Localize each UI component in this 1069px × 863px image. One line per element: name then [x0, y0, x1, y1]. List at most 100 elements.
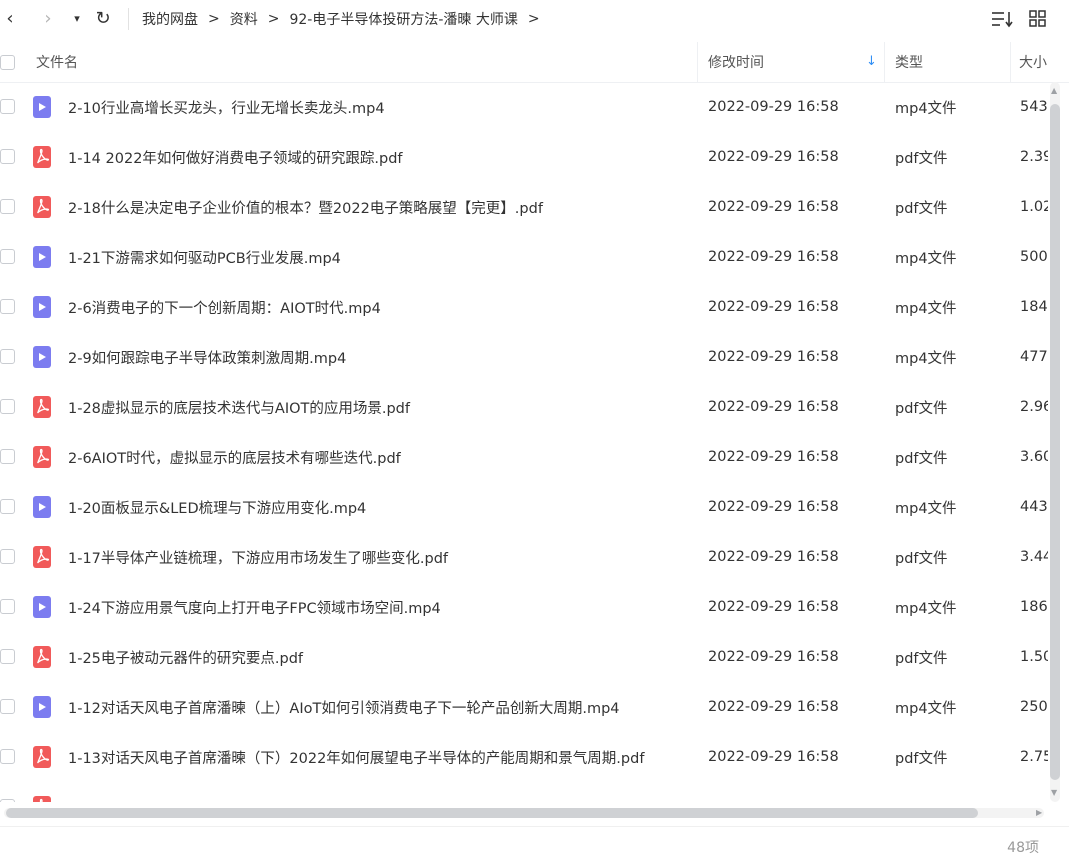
file-size: 184: [1020, 299, 1048, 315]
vertical-scrollbar[interactable]: [1048, 82, 1062, 802]
file-name[interactable]: 2-18什么是决定电子企业价值的根本？暨2022电子策略展望【完更】.pdf: [68, 182, 543, 232]
file-type: pdf文件: [895, 150, 948, 167]
file-row[interactable]: 1-12对话天风电子首席潘暕（上）AIoT如何引领消费电子下一轮产品创新大周期.…: [0, 682, 1048, 732]
file-row[interactable]: 2-6消费电子的下一个创新周期：AIOT时代.mp4 2022-09-29 16:…: [0, 282, 1048, 332]
file-row[interactable]: 1-21下游需求如何驱动PCB行业发展.mp4 2022-09-29 16:58 m…: [0, 232, 1048, 282]
file-row[interactable]: 2-18什么是决定电子企业价值的根本？暨2022电子策略展望【完更】.pdf 20…: [0, 182, 1048, 232]
breadcrumb-separator: >: [267, 11, 280, 27]
file-modified-time: 2022-09-29 16:58: [708, 649, 839, 665]
file-name[interactable]: 1-12对话天风电子首席潘暕（上）AIoT如何引领消费电子下一轮产品创新大周期.…: [68, 682, 620, 732]
row-checkbox[interactable]: [0, 549, 15, 564]
file-name[interactable]: 1-17半导体产业链梳理，下游应用市场发生了哪些变化.pdf: [68, 532, 448, 582]
file-type: pdf文件: [895, 200, 948, 217]
file-name[interactable]: 1-20面板显示&LED梳理与下游应用变化.mp4: [68, 482, 366, 532]
file-row[interactable]: 2-9如何跟踪电子半导体政策刺激周期.mp4 2022-09-29 16:58 mp…: [0, 332, 1048, 382]
row-checkbox[interactable]: [0, 149, 15, 164]
row-checkbox[interactable]: [0, 199, 15, 214]
row-checkbox[interactable]: [0, 799, 15, 802]
file-type: mp4文件: [895, 500, 957, 517]
row-checkbox[interactable]: [0, 599, 15, 614]
file-name[interactable]: 1-21下游需求如何驱动PCB行业发展.mp4: [68, 232, 341, 282]
file-row[interactable]: 1-28虚拟显示的底层技术迭代与AIOT的应用场景.pdf 2022-09-29 …: [0, 382, 1048, 432]
forward-icon[interactable]: ›: [36, 4, 60, 32]
sort-descending-icon[interactable]: ↓: [866, 54, 877, 69]
file-row[interactable]: 2-10行业高增长买龙头，行业无增长卖龙头.mp4 2022-09-29 16:5…: [0, 82, 1048, 132]
column-divider[interactable]: [1010, 42, 1011, 82]
file-name[interactable]: 2-10行业高增长买龙头，行业无增长卖龙头.mp4: [68, 82, 385, 132]
row-checkbox[interactable]: [0, 449, 15, 464]
file-name[interactable]: 2-6消费电子的下一个创新周期：AIOT时代.mp4: [68, 282, 381, 332]
breadcrumb-item-materials[interactable]: 资料: [230, 9, 258, 29]
breadcrumb-item-my-drive[interactable]: 我的网盘: [142, 9, 198, 29]
file-row-partial[interactable]: [0, 782, 1048, 802]
file-name[interactable]: 1-14 2022年如何做好消费电子领域的研究跟踪.pdf: [68, 132, 403, 182]
file-name[interactable]: 1-28虚拟显示的底层技术迭代与AIOT的应用场景.pdf: [68, 382, 410, 432]
nav-divider: [128, 8, 129, 30]
file-row[interactable]: 2-6AIOT时代，虚拟显示的底层技术有哪些迭代.pdf 2022-09-29 1…: [0, 432, 1048, 482]
scroll-up-icon[interactable]: ▲: [1051, 86, 1057, 95]
file-name[interactable]: 2-9如何跟踪电子半导体政策刺激周期.mp4: [68, 332, 346, 382]
video-file-icon: [33, 696, 51, 718]
file-size: 250: [1020, 699, 1048, 715]
row-checkbox[interactable]: [0, 649, 15, 664]
file-name[interactable]: 1-13对话天风电子首席潘暕（下）2022年如何展望电子半导体的产能周期和景气周…: [68, 732, 644, 782]
file-modified-time: 2022-09-29 16:58: [708, 99, 839, 115]
pdf-file-icon: [33, 746, 51, 768]
scroll-down-icon[interactable]: ▼: [1051, 788, 1057, 797]
video-file-icon: [33, 596, 51, 618]
file-name[interactable]: 2-6AIOT时代，虚拟显示的底层技术有哪些迭代.pdf: [68, 432, 401, 482]
row-checkbox[interactable]: [0, 349, 15, 364]
file-type: pdf文件: [895, 650, 948, 667]
horizontal-scrollbar[interactable]: [0, 806, 1048, 820]
breadcrumb: 我的网盘 > 资料 > 92-电子半导体投研方法-潘暕 大师课 >: [142, 8, 550, 30]
file-modified-time: 2022-09-29 16:58: [708, 399, 839, 415]
file-type: mp4文件: [895, 600, 957, 617]
column-divider[interactable]: [884, 42, 885, 82]
breadcrumb-item-current-folder[interactable]: 92-电子半导体投研方法-潘暕 大师课: [289, 9, 517, 29]
file-modified-time: 2022-09-29 16:58: [708, 749, 839, 765]
file-row[interactable]: 1-25电子被动元器件的研究要点.pdf 2022-09-29 16:58 pdf文…: [0, 632, 1048, 682]
row-checkbox[interactable]: [0, 399, 15, 414]
file-type: mp4文件: [895, 350, 957, 367]
pdf-file-icon: [33, 796, 51, 802]
scroll-right-icon[interactable]: ▶: [1036, 808, 1042, 817]
column-header-type[interactable]: 类型: [895, 42, 923, 82]
file-name[interactable]: 1-25电子被动元器件的研究要点.pdf: [68, 632, 303, 682]
select-all-checkbox[interactable]: [0, 55, 15, 70]
file-type: mp4文件: [895, 100, 957, 117]
grid-view-icon[interactable]: [1028, 9, 1048, 29]
file-row[interactable]: 1-14 2022年如何做好消费电子领域的研究跟踪.pdf 2022-09-29 …: [0, 132, 1048, 182]
file-modified-time: 2022-09-29 16:58: [708, 349, 839, 365]
refresh-icon[interactable]: ↻: [90, 4, 116, 32]
file-list-header: 文件名 修改时间 ↓ 类型 大小: [0, 42, 1069, 83]
row-checkbox[interactable]: [0, 499, 15, 514]
vertical-scrollbar-thumb[interactable]: [1050, 104, 1060, 780]
row-checkbox[interactable]: [0, 299, 15, 314]
file-size: 2.39: [1020, 149, 1048, 165]
row-checkbox[interactable]: [0, 699, 15, 714]
file-modified-time: 2022-09-29 16:58: [708, 499, 839, 515]
file-size: 3.60: [1020, 449, 1048, 465]
pdf-file-icon: [33, 546, 51, 568]
status-footer: 48项: [0, 826, 1069, 863]
file-size: 186: [1020, 599, 1048, 615]
column-divider[interactable]: [697, 42, 698, 82]
row-checkbox[interactable]: [0, 749, 15, 764]
back-icon[interactable]: ‹: [0, 4, 20, 32]
file-size: 2.75: [1020, 749, 1048, 765]
file-row[interactable]: 1-24下游应用景气度向上打开电子FPC领域市场空间.mp4 2022-09-29…: [0, 582, 1048, 632]
file-row[interactable]: 1-17半导体产业链梳理，下游应用市场发生了哪些变化.pdf 2022-09-29…: [0, 532, 1048, 582]
column-header-size[interactable]: 大小: [1019, 42, 1047, 82]
video-file-icon: [33, 496, 51, 518]
row-checkbox[interactable]: [0, 99, 15, 114]
item-count: 48项: [1007, 840, 1039, 856]
file-row[interactable]: 1-20面板显示&LED梳理与下游应用变化.mp4 2022-09-29 16:5…: [0, 482, 1048, 532]
row-checkbox[interactable]: [0, 249, 15, 264]
history-dropdown-icon[interactable]: ▾: [68, 4, 86, 32]
column-header-modified[interactable]: 修改时间: [708, 42, 764, 82]
file-row[interactable]: 1-13对话天风电子首席潘暕（下）2022年如何展望电子半导体的产能周期和景气周…: [0, 732, 1048, 782]
horizontal-scrollbar-thumb[interactable]: [6, 808, 978, 818]
column-header-name[interactable]: 文件名: [36, 42, 78, 82]
sort-list-view-icon[interactable]: [990, 8, 1014, 30]
file-name[interactable]: 1-24下游应用景气度向上打开电子FPC领域市场空间.mp4: [68, 582, 441, 632]
